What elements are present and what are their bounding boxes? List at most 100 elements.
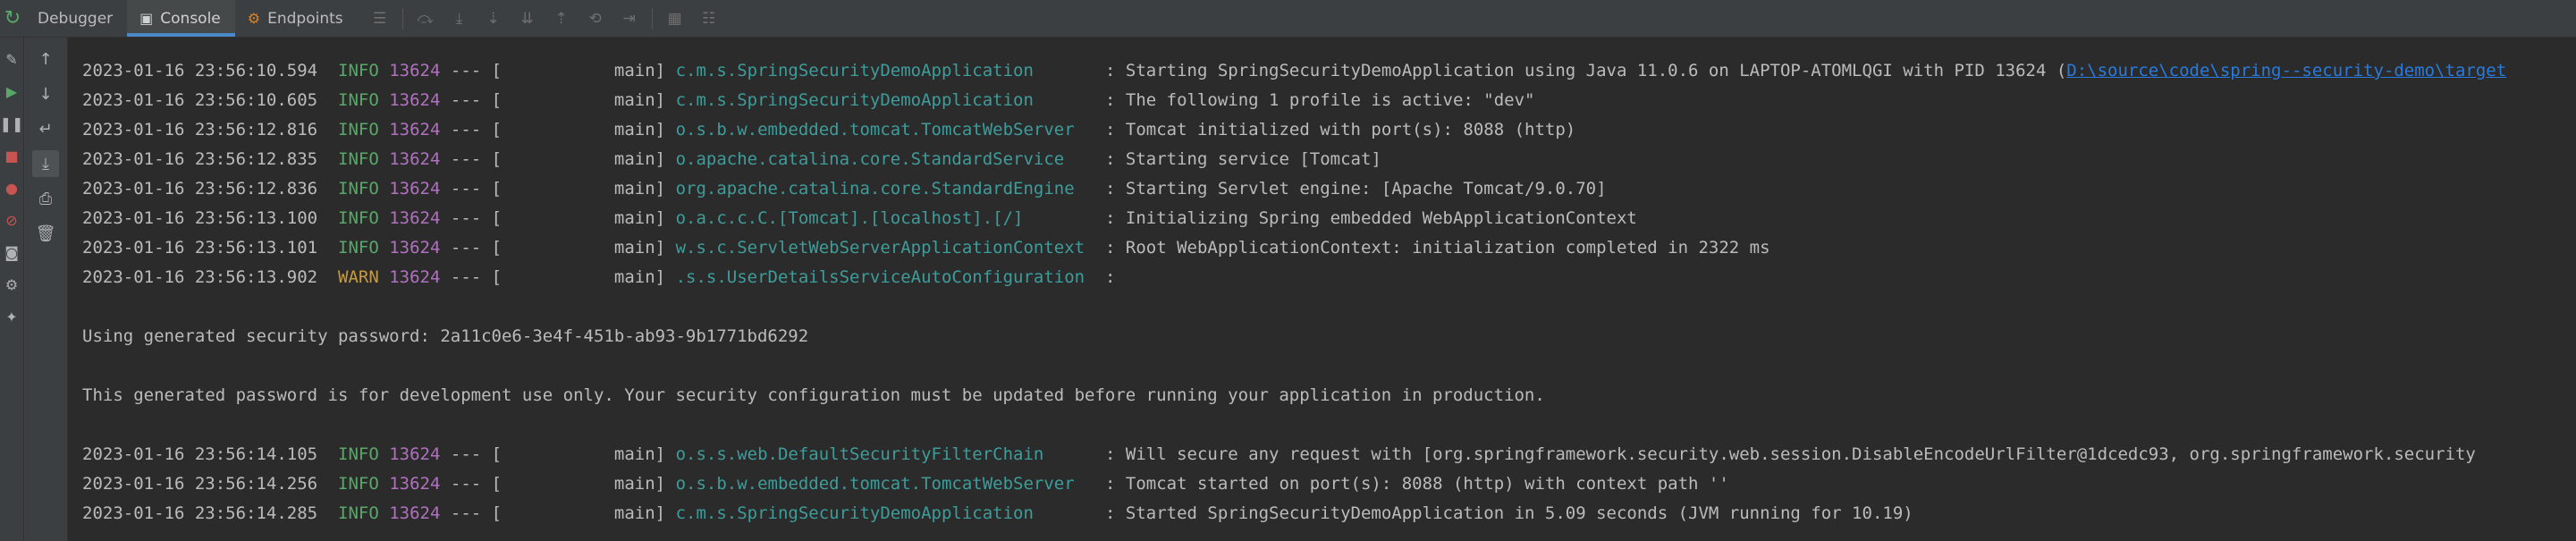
log-message: : Starting service [Tomcat] <box>1105 149 1381 169</box>
log-timestamp: 2023-01-16 23:56:13.902 <box>82 267 318 287</box>
log-message: : The following 1 profile is active: "de… <box>1105 90 1535 110</box>
settings-icon[interactable]: ⚙ <box>1 274 22 295</box>
scroll-to-end-icon[interactable]: ⤓ <box>32 150 59 177</box>
log-separator: --- [ <box>450 474 503 494</box>
toolbar-divider <box>401 7 403 30</box>
step-over-icon[interactable]: ⤓ <box>447 6 472 31</box>
log-level: INFO <box>338 208 379 228</box>
log-pid: 13624 <box>389 149 441 169</box>
up-arrow-icon[interactable]: ↑ <box>32 46 59 72</box>
log-timestamp: 2023-01-16 23:56:13.100 <box>82 208 318 228</box>
show-execution-point-icon[interactable]: ⤼ <box>413 6 438 31</box>
log-separator: --- [ <box>450 238 503 258</box>
log-timestamp: 2023-01-16 23:56:10.605 <box>82 90 318 110</box>
log-level: WARN <box>338 267 379 287</box>
log-level: INFO <box>338 444 379 464</box>
pin-icon[interactable]: ✦ <box>1 306 22 327</box>
tab-console[interactable]: ▣ Console <box>127 0 235 37</box>
log-timestamp: 2023-01-16 23:56:12.835 <box>82 149 318 169</box>
print-icon[interactable]: ⎙ <box>32 185 59 212</box>
console-text: Using generated security password: 2a11c… <box>82 326 809 346</box>
log-message: : <box>1105 267 1116 287</box>
console-text: This generated password is for developme… <box>82 385 1545 405</box>
force-step-into-icon[interactable]: ⇊ <box>515 6 540 31</box>
log-pid: 13624 <box>389 120 441 139</box>
log-logger: w.s.c.ServletWebServerApplicationContext <box>675 238 1095 258</box>
console-output[interactable]: 2023-01-16 23:56:10.594 INFO 13624 --- [… <box>68 38 2576 541</box>
console-line: Using generated security password: 2a11c… <box>82 322 2576 351</box>
console-line: 2023-01-16 23:56:12.836 INFO 13624 --- [… <box>82 174 2576 204</box>
log-level: INFO <box>338 474 379 494</box>
log-level: INFO <box>338 238 379 258</box>
evaluate-expression-icon[interactable]: ▦ <box>663 6 688 31</box>
log-logger: org.apache.catalina.core.StandardEngine <box>675 179 1095 199</box>
run-to-cursor-icon[interactable]: ⇥ <box>617 6 642 31</box>
log-separator: --- [ <box>450 208 503 228</box>
log-level: INFO <box>338 120 379 139</box>
log-separator: --- [ <box>450 90 503 110</box>
console-line: 2023-01-16 23:56:12.816 INFO 13624 --- [… <box>82 115 2576 145</box>
log-timestamp: 2023-01-16 23:56:14.256 <box>82 474 318 494</box>
log-pid: 13624 <box>389 474 441 494</box>
soft-wrap-icon[interactable]: ↵ <box>32 115 59 142</box>
log-thread: main] <box>502 267 666 287</box>
log-message: : Root WebApplicationContext: initializa… <box>1105 238 1770 258</box>
log-logger: c.m.s.SpringSecurityDemoApplication <box>675 61 1095 80</box>
log-thread: main] <box>502 503 666 523</box>
console-line: 2023-01-16 23:56:14.285 INFO 13624 --- [… <box>82 499 2576 528</box>
log-thread: main] <box>502 208 666 228</box>
log-separator: --- [ <box>450 149 503 169</box>
log-level: INFO <box>338 61 379 80</box>
log-timestamp: 2023-01-16 23:56:14.285 <box>82 503 318 523</box>
log-logger: o.s.b.w.embedded.tomcat.TomcatWebServer <box>675 120 1095 139</box>
step-into-icon[interactable]: ⇣ <box>481 6 506 31</box>
wrench-icon[interactable]: ✎ <box>1 48 22 70</box>
console-icon: ▣ <box>139 10 154 27</box>
resume-icon[interactable]: ▶ <box>1 80 22 102</box>
stop-icon[interactable]: ■ <box>1 145 22 166</box>
console-toolbar: ↑ ↓ ↵ ⤓ ⎙ 🗑 <box>24 38 68 541</box>
log-logger: o.s.b.w.embedded.tomcat.TomcatWebServer <box>675 474 1095 494</box>
log-timestamp: 2023-01-16 23:56:10.594 <box>82 61 318 80</box>
log-thread: main] <box>502 179 666 199</box>
log-separator: --- [ <box>450 267 503 287</box>
log-pid: 13624 <box>389 208 441 228</box>
trace-icon[interactable]: ☷ <box>697 6 722 31</box>
down-arrow-icon[interactable]: ↓ <box>32 80 59 107</box>
console-line: This generated password is for developme… <box>82 381 2576 410</box>
tab-debugger[interactable]: Debugger <box>25 0 127 37</box>
log-path-link[interactable]: D:\source\code\spring--security-demo\tar… <box>2066 61 2506 80</box>
log-separator: --- [ <box>450 179 503 199</box>
log-thread: main] <box>502 120 666 139</box>
log-separator: --- [ <box>450 444 503 464</box>
log-pid: 13624 <box>389 61 441 80</box>
log-message: : Started SpringSecurityDemoApplication … <box>1105 503 1913 523</box>
log-separator: --- [ <box>450 120 503 139</box>
rerun-icon[interactable]: ↻ <box>0 0 25 37</box>
console-line: 2023-01-16 23:56:13.100 INFO 13624 --- [… <box>82 204 2576 233</box>
trash-icon[interactable]: 🗑 <box>32 220 59 247</box>
log-message: : Starting SpringSecurityDemoApplication… <box>1105 61 2067 80</box>
console-line: 2023-01-16 23:56:12.835 INFO 13624 --- [… <box>82 145 2576 174</box>
log-message: : Tomcat initialized with port(s): 8088 … <box>1105 120 1576 139</box>
log-timestamp: 2023-01-16 23:56:12.816 <box>82 120 318 139</box>
drop-frame-icon[interactable]: ⟲ <box>583 6 608 31</box>
log-logger: o.a.c.c.C.[Tomcat].[localhost].[/] <box>675 208 1095 228</box>
tab-endpoints[interactable]: ⚙ Endpoints <box>235 0 358 37</box>
log-timestamp: 2023-01-16 23:56:14.105 <box>82 444 318 464</box>
endpoints-icon: ⚙ <box>247 10 261 27</box>
step-out-icon[interactable]: ⇡ <box>549 6 574 31</box>
mute-breakpoints-icon[interactable]: ⊘ <box>1 209 22 231</box>
log-pid: 13624 <box>389 503 441 523</box>
log-timestamp: 2023-01-16 23:56:13.101 <box>82 238 318 258</box>
log-thread: main] <box>502 61 666 80</box>
menu-icon[interactable]: ☰ <box>367 6 393 31</box>
log-message: : Tomcat started on port(s): 8088 (http)… <box>1105 474 1729 494</box>
tab-endpoints-label: Endpoints <box>267 9 343 28</box>
console-line: 2023-01-16 23:56:14.105 INFO 13624 --- [… <box>82 440 2576 469</box>
view-breakpoints-icon[interactable]: ● <box>1 177 22 199</box>
camera-icon[interactable]: ◙ <box>1 241 22 263</box>
pause-icon[interactable]: ❚❚ <box>0 113 23 134</box>
log-pid: 13624 <box>389 444 441 464</box>
